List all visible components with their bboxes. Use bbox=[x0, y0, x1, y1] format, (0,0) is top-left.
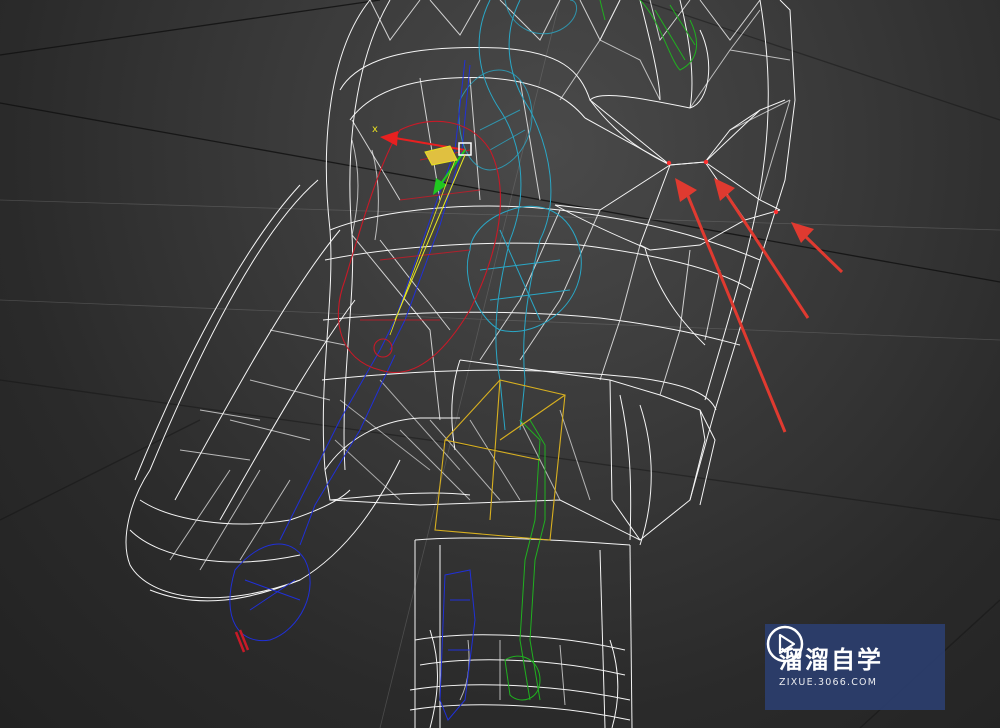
watermark-subtitle: ZIXUE.3066.COM bbox=[779, 677, 878, 688]
spine-bones[interactable] bbox=[458, 0, 582, 431]
watermark: 溜溜自学 ZIXUE.3066.COM bbox=[765, 624, 945, 710]
viewport-canvas[interactable]: x bbox=[0, 0, 1000, 728]
gizmo-x-label: x bbox=[372, 124, 378, 135]
play-icon bbox=[766, 625, 804, 663]
3d-viewport[interactable]: x 溜溜自学 ZIXUE.3066.COM bbox=[0, 0, 1000, 728]
wireframe-mesh[interactable] bbox=[125, 0, 796, 728]
